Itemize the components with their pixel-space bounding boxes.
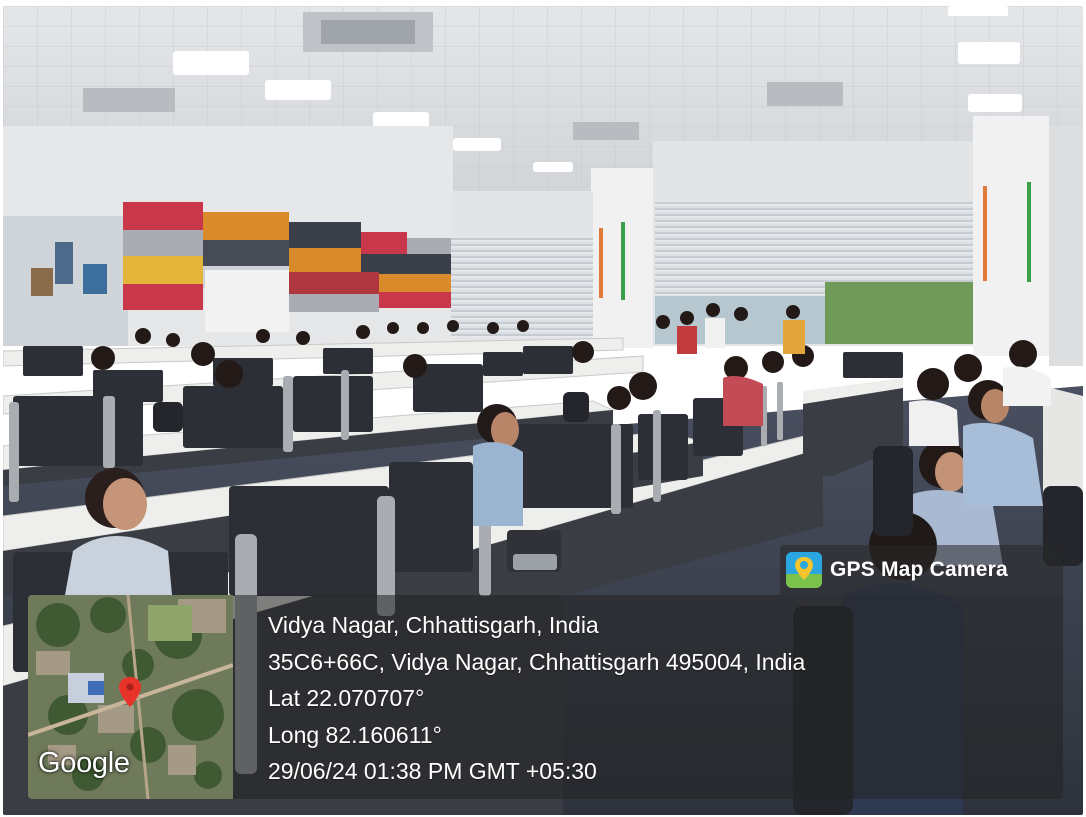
longitude: Long 82.160611°	[268, 721, 442, 748]
place-name: Vidya Nagar, Chhattisgarh, India	[268, 612, 599, 638]
gps-map-camera-badge: GPS Map Camera	[780, 545, 1063, 595]
latitude: Lat 22.070707°	[268, 685, 425, 711]
google-logo: Google	[38, 747, 130, 779]
full-address: 35C6+66C, Vidya Nagar, Chhattisgarh 4950…	[268, 648, 806, 675]
timestamp: 29/06/24 01:38 PM GMT +05:30	[268, 758, 597, 784]
badge-label: GPS Map Camera	[830, 558, 1008, 581]
photo-frame: GPS Map Camera Google Vidya Nagar, Chhat…	[0, 0, 1086, 817]
location-details: Vidya Nagar, Chhattisgarh, India 35C6+66…	[268, 607, 805, 790]
satellite-map-thumbnail: Google	[28, 595, 233, 799]
map-pin-icon	[786, 552, 822, 588]
location-overlay: Google Vidya Nagar, Chhattisgarh, India …	[28, 595, 1063, 799]
